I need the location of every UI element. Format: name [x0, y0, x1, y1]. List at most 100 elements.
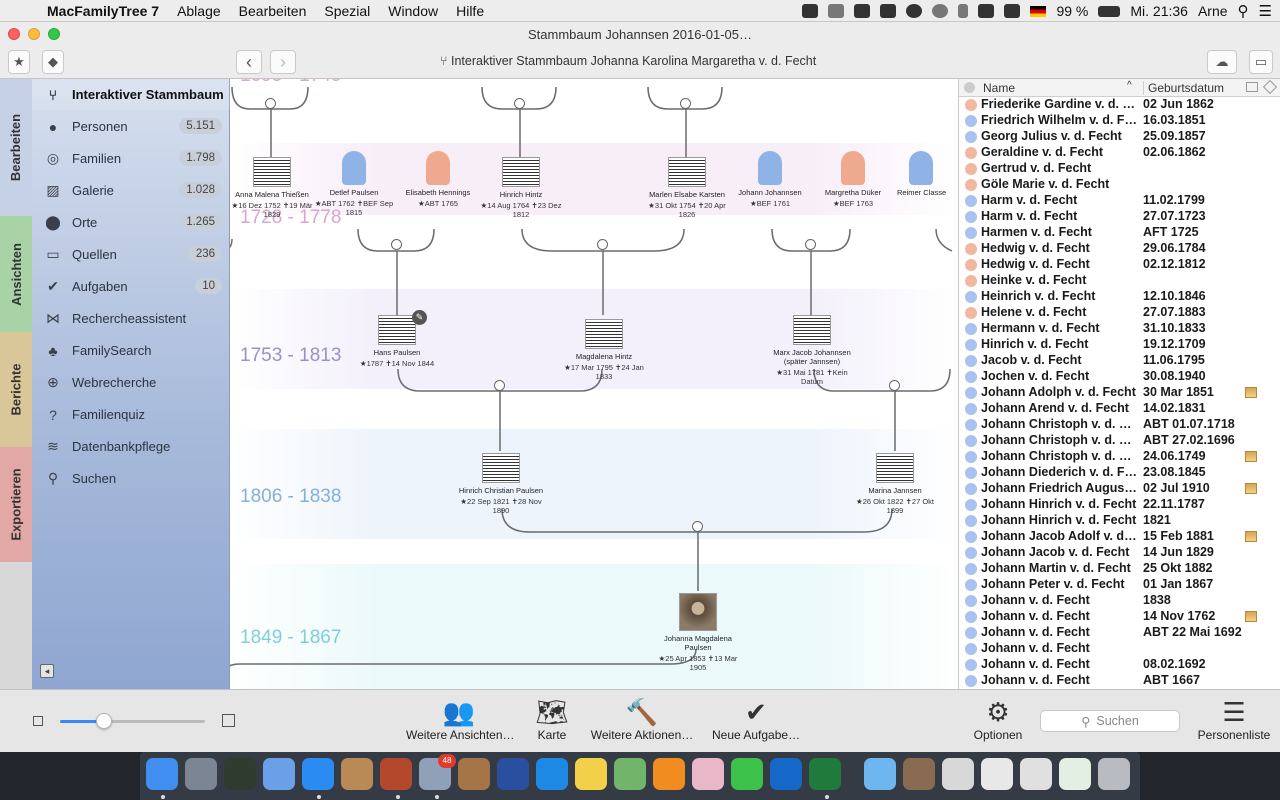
sidebar-item-quellen[interactable]: ▭ Quellen 236: [32, 239, 230, 270]
menu-app[interactable]: MacFamilyTree 7: [38, 3, 168, 19]
list-row[interactable]: Johann Friedrich August… 02 Jul 1910: [959, 481, 1280, 497]
dock-outlook-icon[interactable]: [770, 758, 802, 790]
creative-cloud-icon[interactable]: [802, 4, 819, 18]
list-row[interactable]: Helene v. d. Fecht 27.07.1883: [959, 305, 1280, 321]
search-icon[interactable]: ⚲: [1238, 2, 1249, 20]
list-row[interactable]: Friedrich Wilhelm v. d. Fecht 16.03.1851: [959, 113, 1280, 129]
list-row[interactable]: Heinke v. d. Fecht: [959, 273, 1280, 289]
dock-contacts-icon[interactable]: [341, 758, 373, 790]
dock-window3-icon[interactable]: [1059, 758, 1091, 790]
list-row[interactable]: Harmen v. d. Fecht AFT 1725: [959, 225, 1280, 241]
dock-photos-icon[interactable]: [692, 758, 724, 790]
dock-macfamilytree-icon[interactable]: [380, 758, 412, 790]
sidebar-item-personen[interactable]: ● Personen 5.151: [32, 111, 230, 142]
edit-pencil-icon[interactable]: ✎: [412, 310, 427, 325]
person-card[interactable]: Johann Johannsen ★BEF 1761: [725, 151, 815, 208]
list-row[interactable]: Johann v. d. Fecht ABT 22 Mai 1692: [959, 625, 1280, 641]
list-row[interactable]: Johann Diederich v. d. Fecht 23.08.1845: [959, 465, 1280, 481]
weitere-ansichten-button[interactable]: 👥 Weitere Ansichten…: [406, 696, 515, 743]
sidebar-item-familysearch[interactable]: ♣ FamilySearch: [32, 335, 230, 366]
column-header-name[interactable]: Name: [983, 81, 1015, 95]
menu-bearbeiten[interactable]: Bearbeiten: [230, 3, 316, 19]
list-row[interactable]: Harm v. d. Fecht 27.07.1723: [959, 209, 1280, 225]
person-card[interactable]: Hans Paulsen ★1787 ✝14 Nov 1844: [352, 315, 442, 368]
person-card[interactable]: Marlen Elsabe Karsten ★31 Okt 1754 ✝20 Ap…: [642, 157, 732, 219]
battery-percent[interactable]: 99 %: [1056, 3, 1088, 19]
sort-ascending-icon[interactable]: ^: [1127, 80, 1132, 91]
tab-ansichten[interactable]: Ansichten: [0, 216, 32, 332]
sidebar-item-suchen[interactable]: ⚲ Suchen: [32, 463, 230, 494]
adobe-icon[interactable]: [854, 4, 871, 18]
list-row[interactable]: Hedwig v. d. Fecht 29.06.1784: [959, 241, 1280, 257]
person-card[interactable]: Marx Jacob Johannsen (später Jannsen) ★31…: [767, 315, 857, 386]
sidebar-item-webrecherche[interactable]: ⊕ Webrecherche: [32, 367, 230, 398]
menu-list-icon[interactable]: ☰: [1259, 2, 1272, 20]
dock-activity-icon[interactable]: [224, 758, 256, 790]
list-row[interactable]: Georg Julius v. d. Fecht 25.09.1857: [959, 129, 1280, 145]
volume-icon[interactable]: [1004, 4, 1021, 18]
dock-preview-icon[interactable]: [263, 758, 295, 790]
bluetooth-icon[interactable]: [958, 4, 969, 18]
list-row[interactable]: Göle Marie v. d. Fecht: [959, 177, 1280, 193]
menu-hilfe[interactable]: Hilfe: [447, 3, 493, 19]
sidebar-item-interaktiver-stammbaum[interactable]: ⑂ Interaktiver Stammbaum: [32, 79, 230, 110]
search-input[interactable]: ⚲ Suchen: [1040, 710, 1180, 732]
dock-launchpad-icon[interactable]: [185, 758, 217, 790]
bookmark-button[interactable]: ★: [8, 50, 30, 74]
list-row[interactable]: Gertrud v. d. Fecht: [959, 161, 1280, 177]
sidebar-item-rechercheassistent[interactable]: ⋈ Rechercheassistent: [32, 303, 230, 334]
sync-icon[interactable]: [906, 4, 923, 18]
family-ring-icon[interactable]: [692, 521, 703, 532]
list-row[interactable]: Johann v. d. Fecht ABT 1667: [959, 673, 1280, 689]
list-row[interactable]: Johann v. d. Fecht: [959, 641, 1280, 657]
family-ring-icon[interactable]: [805, 239, 816, 250]
family-ring-icon[interactable]: [889, 380, 900, 391]
dock-excel-icon[interactable]: [809, 758, 841, 790]
person-card[interactable]: Margretha Düker ★BEF 1763: [808, 151, 898, 208]
dock-maps-icon[interactable]: [614, 758, 646, 790]
user-name[interactable]: Arne: [1198, 3, 1228, 19]
list-row[interactable]: Johann Jacob Adolf v. d.… 15 Feb 1881: [959, 529, 1280, 545]
photo-column-icon[interactable]: [1246, 82, 1258, 92]
menu-spezial[interactable]: Spezial: [315, 3, 379, 19]
menu-window[interactable]: Window: [379, 3, 447, 19]
family-ring-icon[interactable]: [680, 98, 691, 109]
sidebar-item-familien[interactable]: ◎ Familien 1.798: [32, 143, 230, 174]
dock-familie-icon[interactable]: [942, 758, 974, 790]
list-row[interactable]: Hinrich v. d. Fecht 19.12.1709: [959, 337, 1280, 353]
optionen-button[interactable]: ⚙ Optionen: [970, 696, 1026, 743]
list-row[interactable]: Johann Adolph v. d. Fecht 30 Mar 1851: [959, 385, 1280, 401]
dock-keynote-icon[interactable]: [497, 758, 529, 790]
family-ring-icon[interactable]: [597, 239, 608, 250]
tab-bearbeiten[interactable]: Bearbeiten: [0, 79, 32, 216]
karte-button[interactable]: 🗺 Karte: [530, 696, 574, 743]
neue-aufgabe-button[interactable]: ✔ Neue Aufgabe…: [712, 696, 800, 743]
zoom-slider-knob[interactable]: [95, 713, 112, 729]
collapse-sidebar-button[interactable]: ◂: [40, 664, 54, 678]
person-card[interactable]: Anna Malena Thießen ★16 Dez 1752 ✝19 Mär …: [230, 157, 317, 219]
dock-wifi-icon[interactable]: [536, 758, 568, 790]
person-card[interactable]: Magdalena Hintz ★17 Mar 1795 ✝24 Jan 1833: [559, 319, 649, 381]
gender-column-icon[interactable]: [964, 82, 975, 93]
dock-notes-icon[interactable]: [575, 758, 607, 790]
person-card[interactable]: Reimer Classe: [891, 151, 958, 197]
list-row[interactable]: Johann v. d. Fecht 14 Nov 1762: [959, 609, 1280, 625]
list-row[interactable]: Johann Christoph v. d. Fecht ABT 01.07.17…: [959, 417, 1280, 433]
list-row[interactable]: Hermann v. d. Fecht 31.10.1833: [959, 321, 1280, 337]
dropbox-icon[interactable]: [880, 4, 897, 18]
cloud-button[interactable]: ☁: [1207, 50, 1237, 74]
person-card[interactable]: Hinrich Christian Paulsen ★22 Sep 1821 ✝2…: [456, 453, 546, 515]
clock[interactable]: Mi. 21:36: [1130, 3, 1188, 19]
dock-photos-stack-icon[interactable]: [458, 758, 490, 790]
list-row[interactable]: Hedwig v. d. Fecht 02.12.1812: [959, 257, 1280, 273]
time-machine-icon[interactable]: [932, 4, 949, 18]
battery-icon[interactable]: [1098, 5, 1121, 17]
tag-button[interactable]: ◆: [42, 50, 64, 74]
zoom-in-icon[interactable]: [222, 714, 235, 727]
menu-ablage[interactable]: Ablage: [168, 3, 230, 19]
list-row[interactable]: Johann v. d. Fecht 08.02.1692: [959, 657, 1280, 673]
sidebar-item-aufgaben[interactable]: ✔ Aufgaben 10: [32, 271, 230, 302]
family-ring-icon[interactable]: [265, 98, 276, 109]
list-row[interactable]: Johann Martin v. d. Fecht 25 Okt 1882: [959, 561, 1280, 577]
dock-safari-icon[interactable]: [302, 758, 334, 790]
